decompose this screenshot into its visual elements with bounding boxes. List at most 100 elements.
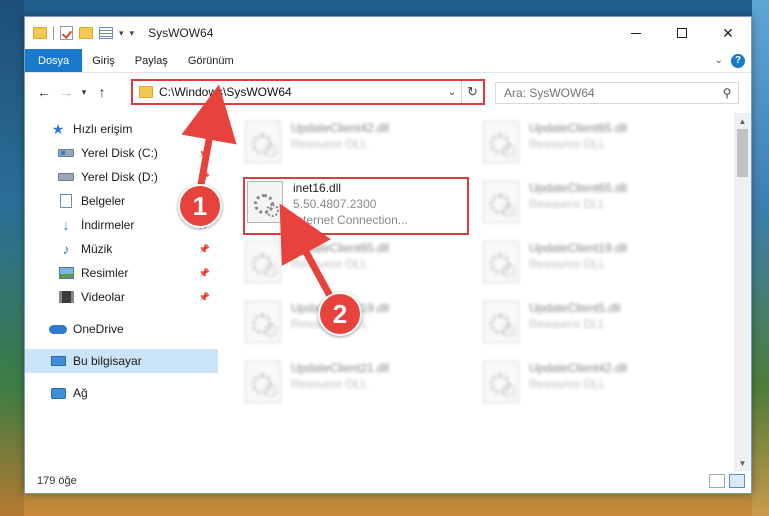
file-tile[interactable]: UpdateClient65.dll Resource DLL	[479, 177, 709, 229]
file-type: Resource DLL	[529, 317, 606, 331]
tab-share[interactable]: Paylaş	[125, 49, 178, 72]
file-name: UpdateClient5.dll	[529, 301, 621, 315]
file-tile[interactable]: UpdateClient65.dll Resource DLL	[479, 117, 709, 169]
nav-item-label: İndirmeler	[81, 218, 135, 232]
scroll-thumb[interactable]	[737, 129, 748, 177]
folder-icon[interactable]	[33, 27, 47, 39]
close-button[interactable]: ✕	[705, 17, 751, 49]
nav-item-this-pc[interactable]: Bu bilgisayar	[25, 349, 218, 373]
file-tile[interactable]: UpdateClient21.dll Resource DLL	[241, 357, 471, 409]
pictures-icon	[57, 266, 75, 280]
properties-check-icon[interactable]	[60, 26, 73, 40]
pin-icon[interactable]: 📌	[199, 292, 210, 303]
file-tile[interactable]: UpdateClient5.dll Resource DLL	[479, 297, 709, 349]
chevron-down-icon: ⌄	[447, 86, 457, 98]
file-name: UpdateClient19.dll	[529, 241, 628, 255]
file-type: Resource DLL	[291, 257, 368, 271]
status-bar: 179 öğe	[25, 469, 751, 493]
nav-item-music[interactable]: ♪ Müzik 📌	[25, 237, 218, 261]
forward-arrow-icon: →	[59, 84, 73, 100]
download-icon: ↓	[62, 217, 70, 233]
file-name: UpdateClient65.dll	[529, 121, 628, 135]
file-tile[interactable]: UpdateClient42.dll Resource DLL	[241, 117, 471, 169]
highlight-box-file	[243, 177, 469, 235]
up-button[interactable]: ↑	[91, 84, 113, 100]
details-view-icon[interactable]	[709, 474, 725, 488]
pin-icon[interactable]: 📌	[199, 172, 210, 183]
forward-button[interactable]: →	[55, 84, 77, 100]
nav-item-videos[interactable]: Videolar 📌	[25, 285, 218, 309]
recent-locations-button[interactable]: ▾	[77, 87, 91, 98]
navigation-bar: ← → ▾ ↑ C:\Windows\SysWOW64 ⌄ ↻ ⚲	[25, 74, 751, 110]
nav-item-label: Resimler	[81, 266, 129, 280]
chevron-down-icon: ▾	[81, 86, 87, 97]
nav-item-onedrive[interactable]: OneDrive	[25, 317, 218, 341]
dll-file-icon	[483, 241, 519, 283]
search-input[interactable]	[504, 86, 716, 100]
customize-dropdown-icon[interactable]: ▾	[119, 28, 124, 39]
tab-home[interactable]: Giriş	[82, 49, 125, 72]
navigation-pane: ★ Hızlı erişim Yerel Disk (C:) 📌 Yerel D…	[25, 113, 218, 463]
tab-view[interactable]: Görünüm	[178, 49, 244, 72]
refresh-button[interactable]: ↻	[461, 81, 483, 103]
properties-icon[interactable]	[99, 27, 113, 39]
file-name: UpdateClient42.dll	[529, 361, 628, 375]
videos-icon	[57, 290, 75, 304]
file-type: Resource DLL	[291, 137, 368, 151]
up-arrow-icon: ↑	[98, 84, 106, 100]
pin-icon[interactable]: 📌	[199, 148, 210, 159]
maximize-button[interactable]	[659, 17, 705, 49]
title-bar: ▾ ▾ SysWOW64 ✕	[25, 17, 751, 49]
pin-icon[interactable]: 📌	[199, 268, 210, 279]
file-type: Resource DLL	[291, 377, 368, 391]
nav-item-network[interactable]: Ağ	[25, 381, 218, 405]
large-icons-view-icon[interactable]	[729, 474, 745, 488]
star-icon: ★	[51, 120, 65, 137]
search-icon[interactable]: ⚲	[716, 86, 738, 100]
new-folder-icon[interactable]	[79, 27, 93, 39]
back-button[interactable]: ←	[33, 84, 55, 100]
dll-file-icon	[483, 361, 519, 403]
vertical-scrollbar[interactable]: ▲ ▼	[734, 113, 751, 471]
disk-icon	[57, 170, 75, 184]
refresh-icon: ↻	[467, 84, 478, 99]
chevron-down-icon[interactable]: ▾	[130, 28, 135, 39]
cloud-icon	[49, 322, 67, 336]
network-icon	[49, 386, 67, 400]
minimize-button[interactable]	[613, 17, 659, 49]
dll-file-icon	[483, 301, 519, 343]
nav-item-label: OneDrive	[73, 322, 124, 336]
file-tile[interactable]: UpdateClient65.dll Resource DLL	[241, 237, 471, 289]
file-list: UpdateClient42.dll Resource DLL inet16.d…	[221, 113, 734, 471]
nav-item-pictures[interactable]: Resimler 📌	[25, 261, 218, 285]
tab-file[interactable]: Dosya	[25, 49, 83, 72]
help-icon[interactable]: ?	[731, 53, 745, 68]
minimize-icon	[631, 32, 641, 34]
address-bar[interactable]: C:\Windows\SysWOW64 ⌄ ↻	[131, 79, 485, 105]
scroll-up-icon[interactable]: ▲	[734, 113, 751, 129]
file-name: UpdateClient21.dll	[291, 361, 390, 375]
documents-icon	[57, 194, 75, 208]
dll-file-icon	[483, 181, 519, 223]
nav-item-label: Ağ	[73, 386, 88, 400]
folder-icon	[139, 86, 153, 98]
quick-access-toolbar: ▾ ▾	[25, 26, 134, 40]
nav-item-quick-access[interactable]: ★ Hızlı erişim	[25, 117, 218, 141]
close-icon: ✕	[722, 24, 734, 41]
file-type: Resource DLL	[529, 137, 606, 151]
file-tile[interactable]: UpdateClient19.dll Resource DLL	[479, 237, 709, 289]
expand-ribbon-icon[interactable]: ⌄	[715, 55, 723, 66]
pin-icon[interactable]: 📌	[199, 244, 210, 255]
dll-file-icon	[245, 301, 281, 343]
file-explorer-window: ▾ ▾ SysWOW64 ✕ Dosya Giriş Paylaş Görünü…	[24, 16, 752, 494]
address-path[interactable]: C:\Windows\SysWOW64	[159, 85, 443, 99]
search-box[interactable]: ⚲	[495, 82, 739, 104]
window-controls: ✕	[613, 17, 751, 49]
maximize-icon	[677, 28, 687, 38]
nav-item-label: Yerel Disk (D:)	[81, 170, 158, 184]
dll-file-icon	[245, 241, 281, 283]
nav-item-local-disk-c[interactable]: Yerel Disk (C:) 📌	[25, 141, 218, 165]
computer-icon	[49, 354, 67, 368]
address-dropdown-button[interactable]: ⌄	[443, 87, 461, 98]
file-tile[interactable]: UpdateClient42.dll Resource DLL	[479, 357, 709, 409]
